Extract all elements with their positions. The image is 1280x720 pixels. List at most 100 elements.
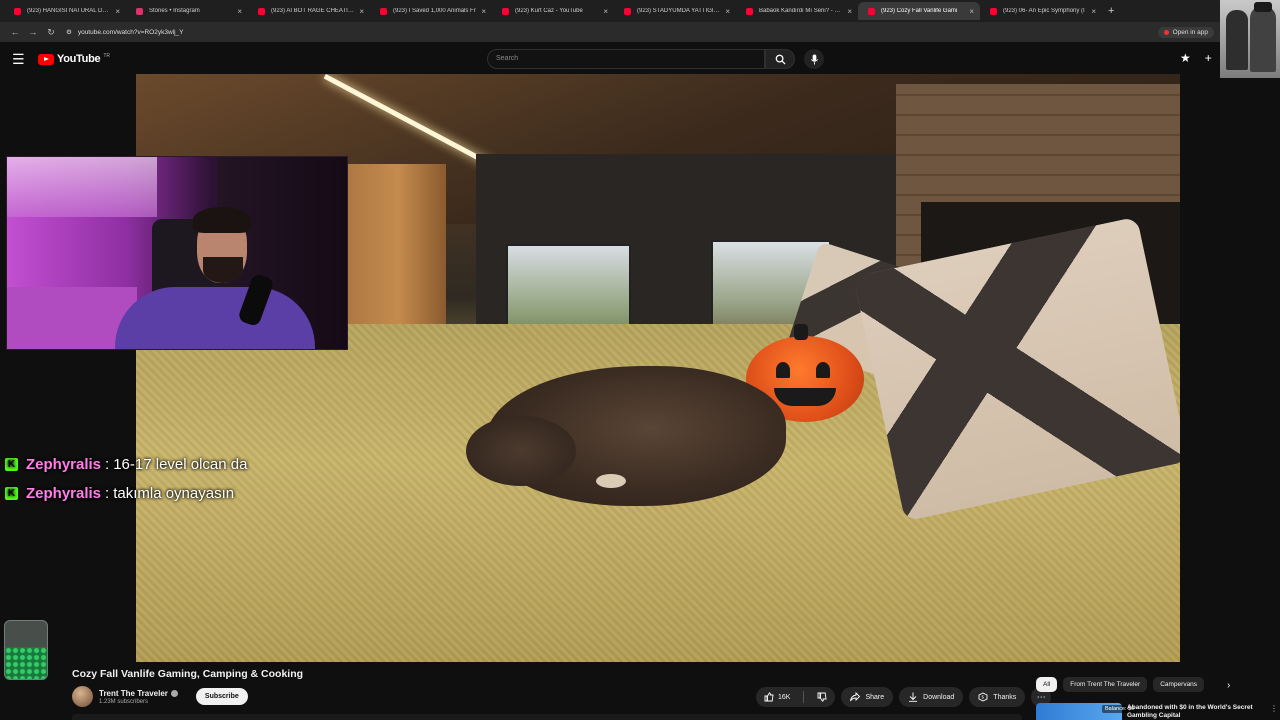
microphone-icon [810,53,818,65]
chip-from-channel[interactable]: From Trent The Traveler [1063,677,1148,692]
webcam-overlay [6,156,348,350]
browser-tab[interactable]: (923) Kurt Caz - YouTube × [492,2,614,20]
youtube-logo[interactable]: YouTube TR [38,53,110,65]
tab-title: (923) STADYUMDA YATTIĞIN Y [637,8,722,14]
thumbs-up-icon [764,692,774,702]
kick-badge-icon: K [5,487,18,500]
tab-title: (923) Kurt Caz - YouTube [515,8,583,14]
channel-row: Trent The Traveler 1.23M subscribers Sub… [72,686,248,707]
browser-tab[interactable]: (923) Cozy Fall Vanlife Gami × [858,2,980,20]
chat-overlay: K Zephyralis : 16-17 level olcan da K Ze… [5,450,247,508]
tab-favicon-icon [990,7,997,15]
video-title: Cozy Fall Vanlife Gaming, Camping & Cook… [72,668,304,680]
thumbs-down-icon [818,692,827,702]
chat-separator: : [105,456,110,473]
browser-tab[interactable]: (923) STADYUMDA YATTIĞIN Y × [614,2,736,20]
chat-username: Zephyralis [26,485,102,502]
chip-campervans[interactable]: Campervans [1153,677,1205,692]
new-tab-icon[interactable]: + [1108,5,1114,17]
forward-icon[interactable]: → [24,27,42,37]
tab-close-icon[interactable]: × [603,7,608,16]
url-field[interactable]: ⚙ youtube.com/watch?v=RO2yk3wlj_Y [66,28,1158,37]
description-box[interactable] [72,714,1022,720]
tab-favicon-icon [746,7,753,15]
chat-message: K Zephyralis : takımla oynayasın [5,479,247,508]
subscriber-count: 1.23M subscribers [99,698,149,705]
download-label: Download [923,693,955,701]
thanks-icon: $ [978,692,988,702]
like-count: 16K [778,693,791,701]
search-input[interactable]: Search [487,49,765,69]
hamburger-menu-icon[interactable]: ☰ [12,51,26,68]
reload-icon[interactable]: ↻ [42,27,60,38]
voice-search-button[interactable] [804,49,824,69]
tab-close-icon[interactable]: × [725,7,730,16]
tab-title: (923) AI BOT RAGE CHEATING [271,8,356,14]
tab-close-icon[interactable]: × [237,7,242,16]
kick-badge-icon: K [5,458,18,471]
share-button[interactable]: Share [841,687,894,707]
tab-title: (923) 06- An Epic Symphony (I [1003,8,1085,14]
back-icon[interactable]: ← [6,27,24,37]
create-icon[interactable]: + [1205,51,1212,65]
sleeping-dog [466,366,786,506]
tab-favicon-icon [380,7,387,15]
tab-close-icon[interactable]: × [481,7,486,16]
url-text: youtube.com/watch?v=RO2yk3wlj_Y [77,28,184,36]
browser-tab[interactable]: (923) AI BOT RAGE CHEATING × [248,2,370,20]
logo-text: YouTube [57,53,101,65]
tab-close-icon[interactable]: × [1091,7,1096,16]
channel-avatar[interactable] [72,686,93,707]
thanks-label: Thanks [993,693,1017,701]
dislike-button[interactable] [809,687,835,707]
chat-message: K Zephyralis : 16-17 level olcan da [5,450,247,479]
youtube-play-icon [38,53,54,65]
browser-tab[interactable]: (923) 06- An Epic Symphony (I × [980,2,1102,20]
chat-text: 16-17 level olcan da [113,456,248,473]
chat-icon[interactable]: ★ [1180,51,1191,65]
address-bar: ← → ↻ ⚙ youtube.com/watch?v=RO2yk3wlj_Y … [0,22,1220,42]
more-vert-icon[interactable]: ⋮ [1270,704,1278,713]
recommended-title[interactable]: Abandoned with $0 in the World's Secret … [1127,704,1267,720]
open-in-app-button[interactable]: Open in app [1157,26,1214,38]
tab-favicon-icon [502,7,509,15]
share-icon [850,692,861,702]
tab-title: Stories • Instagram [149,8,200,14]
youtube-app-icon [1163,29,1169,35]
tab-favicon-icon [136,7,143,15]
tab-close-icon[interactable]: × [847,7,852,16]
tab-title: (923) I Saved 1,000 Animals Fr [393,8,476,14]
chevron-right-icon[interactable]: › [1227,680,1230,691]
share-label: Share [865,693,885,701]
recommended-video[interactable]: Balance: $0 Abandoned with $0 in the Wor… [1036,703,1280,720]
bead-jar-overlay [4,620,48,680]
search-button[interactable] [765,49,795,69]
search-icon [775,54,786,65]
tab-close-icon[interactable]: × [359,7,364,16]
svg-text:$: $ [982,695,985,701]
subscribe-button[interactable]: Subscribe [195,688,248,705]
tab-favicon-icon [624,7,631,15]
like-dislike-group: 16K [756,687,836,707]
browser-tab[interactable]: (923) HANGİSİ NATURAL DEĞİ × [4,2,126,20]
browser-tab[interactable]: Babaok Kandırdı Mı Seni? - You × [736,2,858,20]
like-button[interactable]: 16K [756,687,798,707]
chip-all[interactable]: All [1036,677,1058,692]
tab-strip: (923) HANGİSİ NATURAL DEĞİ × Stories • Ins… [0,0,1220,22]
thanks-button[interactable]: $ Thanks [969,687,1026,707]
channel-name[interactable]: Trent The Traveler [99,689,168,698]
logo-country: TR [103,53,110,59]
chat-text: takımla oynayasın [113,485,235,502]
tab-close-icon[interactable]: × [115,7,120,16]
profile-photo [1220,0,1280,78]
browser-tab[interactable]: Stories • Instagram × [126,2,248,20]
recommendation-chips: All From Trent The Traveler Campervans [1036,677,1205,692]
tab-title: (923) Cozy Fall Vanlife Gami [881,8,958,14]
chat-username: Zephyralis [26,456,102,473]
download-button[interactable]: Download [899,687,964,707]
browser-tab[interactable]: (923) I Saved 1,000 Animals Fr × [370,2,492,20]
site-info-icon[interactable]: ⚙ [66,28,72,36]
tab-close-icon[interactable]: × [969,7,974,16]
tab-favicon-icon [868,7,875,15]
youtube-header: ☰ YouTube TR Search ★ + [0,42,1220,76]
